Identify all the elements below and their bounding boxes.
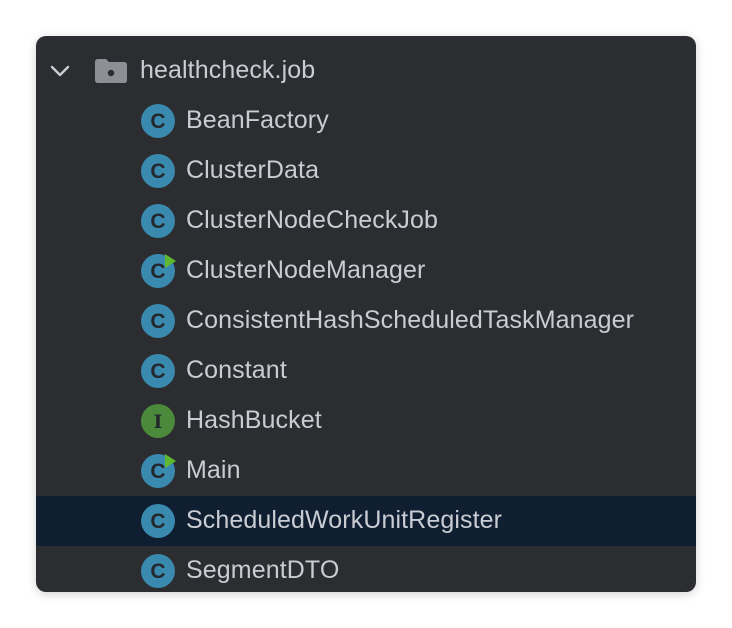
tree-item-row[interactable]: C ConsistentHashScheduledTaskManager: [36, 296, 696, 346]
tree-item-label: ClusterData: [186, 156, 320, 184]
tree-item-row[interactable]: I HashBucket: [36, 396, 696, 446]
tree-item-row[interactable]: C ClusterNodeCheckJob: [36, 196, 696, 246]
svg-text:C: C: [150, 510, 165, 533]
tree-item-row[interactable]: C ClusterData: [36, 146, 696, 196]
svg-text:I: I: [154, 411, 163, 433]
tree-item-label: Main: [186, 456, 241, 484]
folder-icon: [94, 58, 128, 84]
tree-item-row[interactable]: C SegmentDTO: [36, 546, 696, 592]
tree-item-row[interactable]: C ScheduledWorkUnitRegister: [36, 496, 696, 546]
svg-text:C: C: [150, 160, 165, 183]
folder-name: healthcheck.job: [140, 56, 316, 84]
tree-item-label: ConsistentHashScheduledTaskManager: [186, 306, 635, 334]
class-icon: C: [140, 503, 176, 539]
tree-item-row[interactable]: C BeanFactory: [36, 96, 696, 146]
svg-text:C: C: [150, 110, 165, 133]
svg-text:C: C: [150, 460, 165, 483]
svg-text:C: C: [150, 260, 165, 283]
tree-item-row[interactable]: C Constant: [36, 346, 696, 396]
class-icon: C: [140, 353, 176, 389]
svg-text:C: C: [150, 360, 165, 383]
tree-item-label: HashBucket: [186, 406, 322, 434]
class-icon: C: [140, 203, 176, 239]
tree-folder-row[interactable]: healthcheck.job: [36, 46, 696, 96]
tree-item-label: BeanFactory: [186, 106, 329, 134]
runnable-class-icon: C: [140, 253, 176, 289]
class-icon: C: [140, 303, 176, 339]
svg-text:C: C: [150, 310, 165, 333]
class-icon: C: [140, 153, 176, 189]
tree-item-label: Constant: [186, 356, 287, 384]
svg-text:C: C: [150, 210, 165, 233]
tree-item-label: ClusterNodeManager: [186, 256, 426, 284]
tree-item-row[interactable]: C Main: [36, 446, 696, 496]
svg-text:C: C: [150, 560, 165, 583]
chevron-down-icon[interactable]: [48, 59, 72, 83]
tree-item-row[interactable]: C ClusterNodeManager: [36, 246, 696, 296]
tree-item-label: ScheduledWorkUnitRegister: [186, 506, 503, 534]
class-icon: C: [140, 103, 176, 139]
runnable-class-icon: C: [140, 453, 176, 489]
tree-item-label: ClusterNodeCheckJob: [186, 206, 439, 234]
tree-item-label: SegmentDTO: [186, 556, 340, 584]
class-icon: C: [140, 553, 176, 589]
project-tree-panel: healthcheck.job C BeanFactory C ClusterData…: [36, 36, 696, 592]
interface-icon: I: [140, 403, 176, 439]
